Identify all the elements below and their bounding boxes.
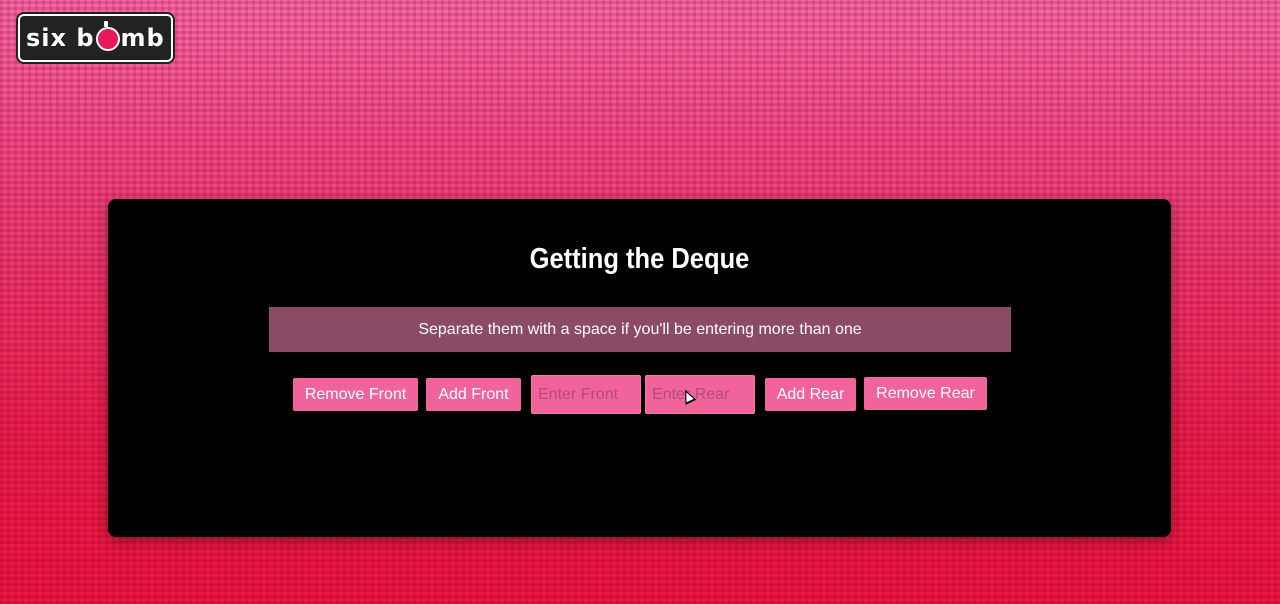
remove-rear-button[interactable]: Remove Rear <box>864 377 987 410</box>
logo-text: six b mb <box>26 21 165 52</box>
remove-front-button[interactable]: Remove Front <box>293 378 418 411</box>
front-input[interactable] <box>531 375 641 414</box>
logo-text-left: six b <box>26 24 95 52</box>
add-front-button[interactable]: Add Front <box>426 378 521 411</box>
logo[interactable]: six b mb <box>18 14 173 62</box>
logo-text-right: mb <box>120 24 165 52</box>
rear-input[interactable] <box>645 375 755 414</box>
bomb-icon <box>95 21 120 51</box>
add-rear-button[interactable]: Add Rear <box>765 378 856 411</box>
deque-panel: Getting the Deque Separate them with a s… <box>108 199 1171 537</box>
hint-bar: Separate them with a space if you'll be … <box>269 307 1011 352</box>
page-title: Getting the Deque <box>529 243 750 275</box>
